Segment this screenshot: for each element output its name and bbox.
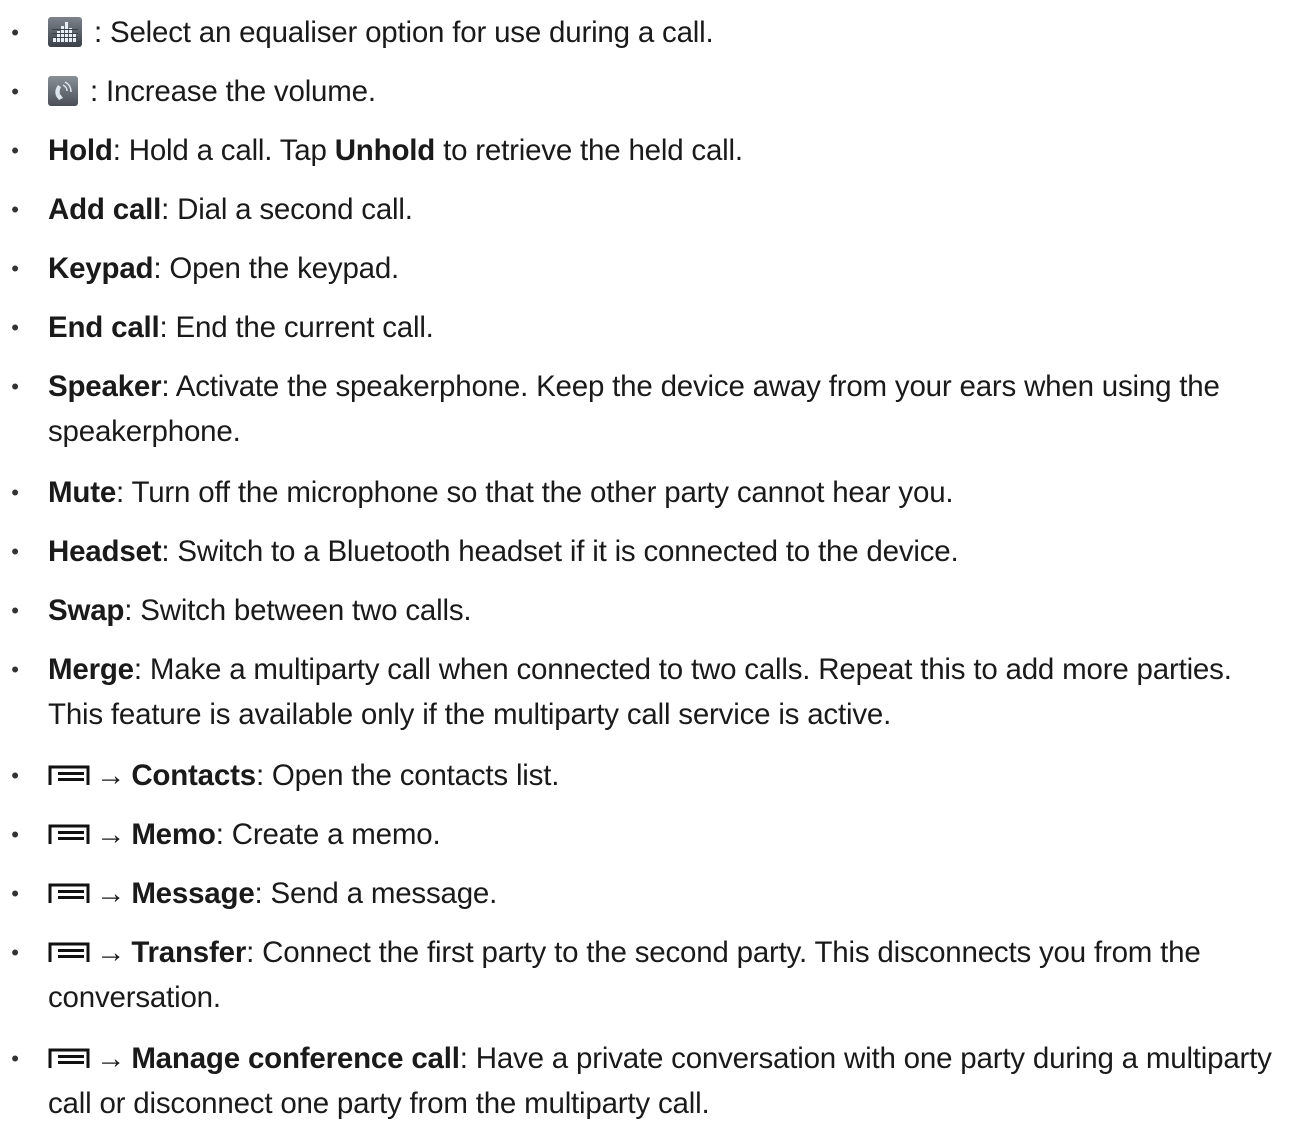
list-item-swap: • Swap: Switch between two calls. (0, 588, 1293, 633)
list-item-merge: • Merge: Make a multiparty call when con… (0, 647, 1293, 737)
bullet: • (11, 315, 19, 340)
menu-icon (48, 942, 90, 962)
list-item-volume: • : Increase the volume. (0, 69, 1293, 114)
list-item-hold: • Hold: Hold a call. Tap Unhold to retri… (0, 128, 1293, 173)
list-item-manage-conference-call: • → Manage conference call: Have a privat… (0, 1036, 1293, 1126)
option-label: Message (131, 877, 255, 910)
arrow: → (96, 936, 126, 969)
bullet: • (11, 197, 19, 222)
list-item-headset: • Headset: Switch to a Bluetooth headset… (0, 529, 1293, 574)
list-item-memo: • → Memo: Create a memo. (0, 812, 1293, 857)
option-label: Hold (48, 134, 113, 167)
bullet: • (11, 480, 19, 505)
option-label: Speaker (48, 370, 162, 403)
bullet: • (11, 539, 19, 564)
list-item-mute: • Mute: Turn off the microphone so that … (0, 470, 1293, 515)
option-label: Headset (48, 535, 162, 568)
list-item-contacts: • → Contacts: Open the contacts list. (0, 753, 1293, 798)
option-label: Memo (131, 818, 216, 851)
arrow: → (96, 1042, 126, 1075)
equaliser-icon (48, 17, 82, 47)
bullet: • (11, 657, 19, 682)
option-label: Contacts (131, 759, 256, 792)
list-item-transfer: • → Transfer: Connect the first party to … (0, 930, 1293, 1020)
list-item-message: • → Message: Send a message. (0, 871, 1293, 916)
bullet: • (11, 598, 19, 623)
bullet: • (11, 881, 19, 906)
option-label: Keypad (48, 252, 154, 285)
list-item-end-call: • End call: End the current call. (0, 305, 1293, 350)
bullet: • (11, 763, 19, 788)
option-label: Mute (48, 476, 117, 509)
menu-icon (48, 824, 90, 844)
volume-icon (48, 76, 78, 106)
option-label: Unhold (334, 134, 436, 167)
bullet: • (11, 138, 19, 163)
call-options-list: • : Select an equaliser option for use d… (0, 10, 1293, 1142)
option-label: Swap (48, 594, 125, 627)
option-label: End call (48, 311, 160, 344)
option-label: Merge (48, 653, 134, 686)
bullet: • (11, 374, 19, 399)
menu-icon (48, 883, 90, 903)
option-label: Transfer (131, 936, 247, 969)
menu-icon (48, 765, 90, 785)
bullet: • (11, 940, 19, 965)
menu-icon (48, 1048, 90, 1068)
option-label: Add call (48, 193, 162, 226)
bullet: • (11, 822, 19, 847)
list-item-speaker: • Speaker: Activate the speakerphone. Ke… (0, 364, 1293, 454)
bullet: • (11, 1046, 19, 1071)
option-label: Manage conference call (131, 1042, 460, 1075)
list-item-keypad: • Keypad: Open the keypad. (0, 246, 1293, 291)
bullet: • (11, 20, 19, 45)
list-item-add-call: • Add call: Dial a second call. (0, 187, 1293, 232)
arrow: → (96, 759, 126, 792)
bullet: • (11, 79, 19, 104)
list-item-equaliser: • : Select an equaliser option for use d… (0, 10, 1293, 55)
bullet: • (11, 256, 19, 281)
arrow: → (96, 877, 126, 910)
arrow: → (96, 818, 126, 851)
